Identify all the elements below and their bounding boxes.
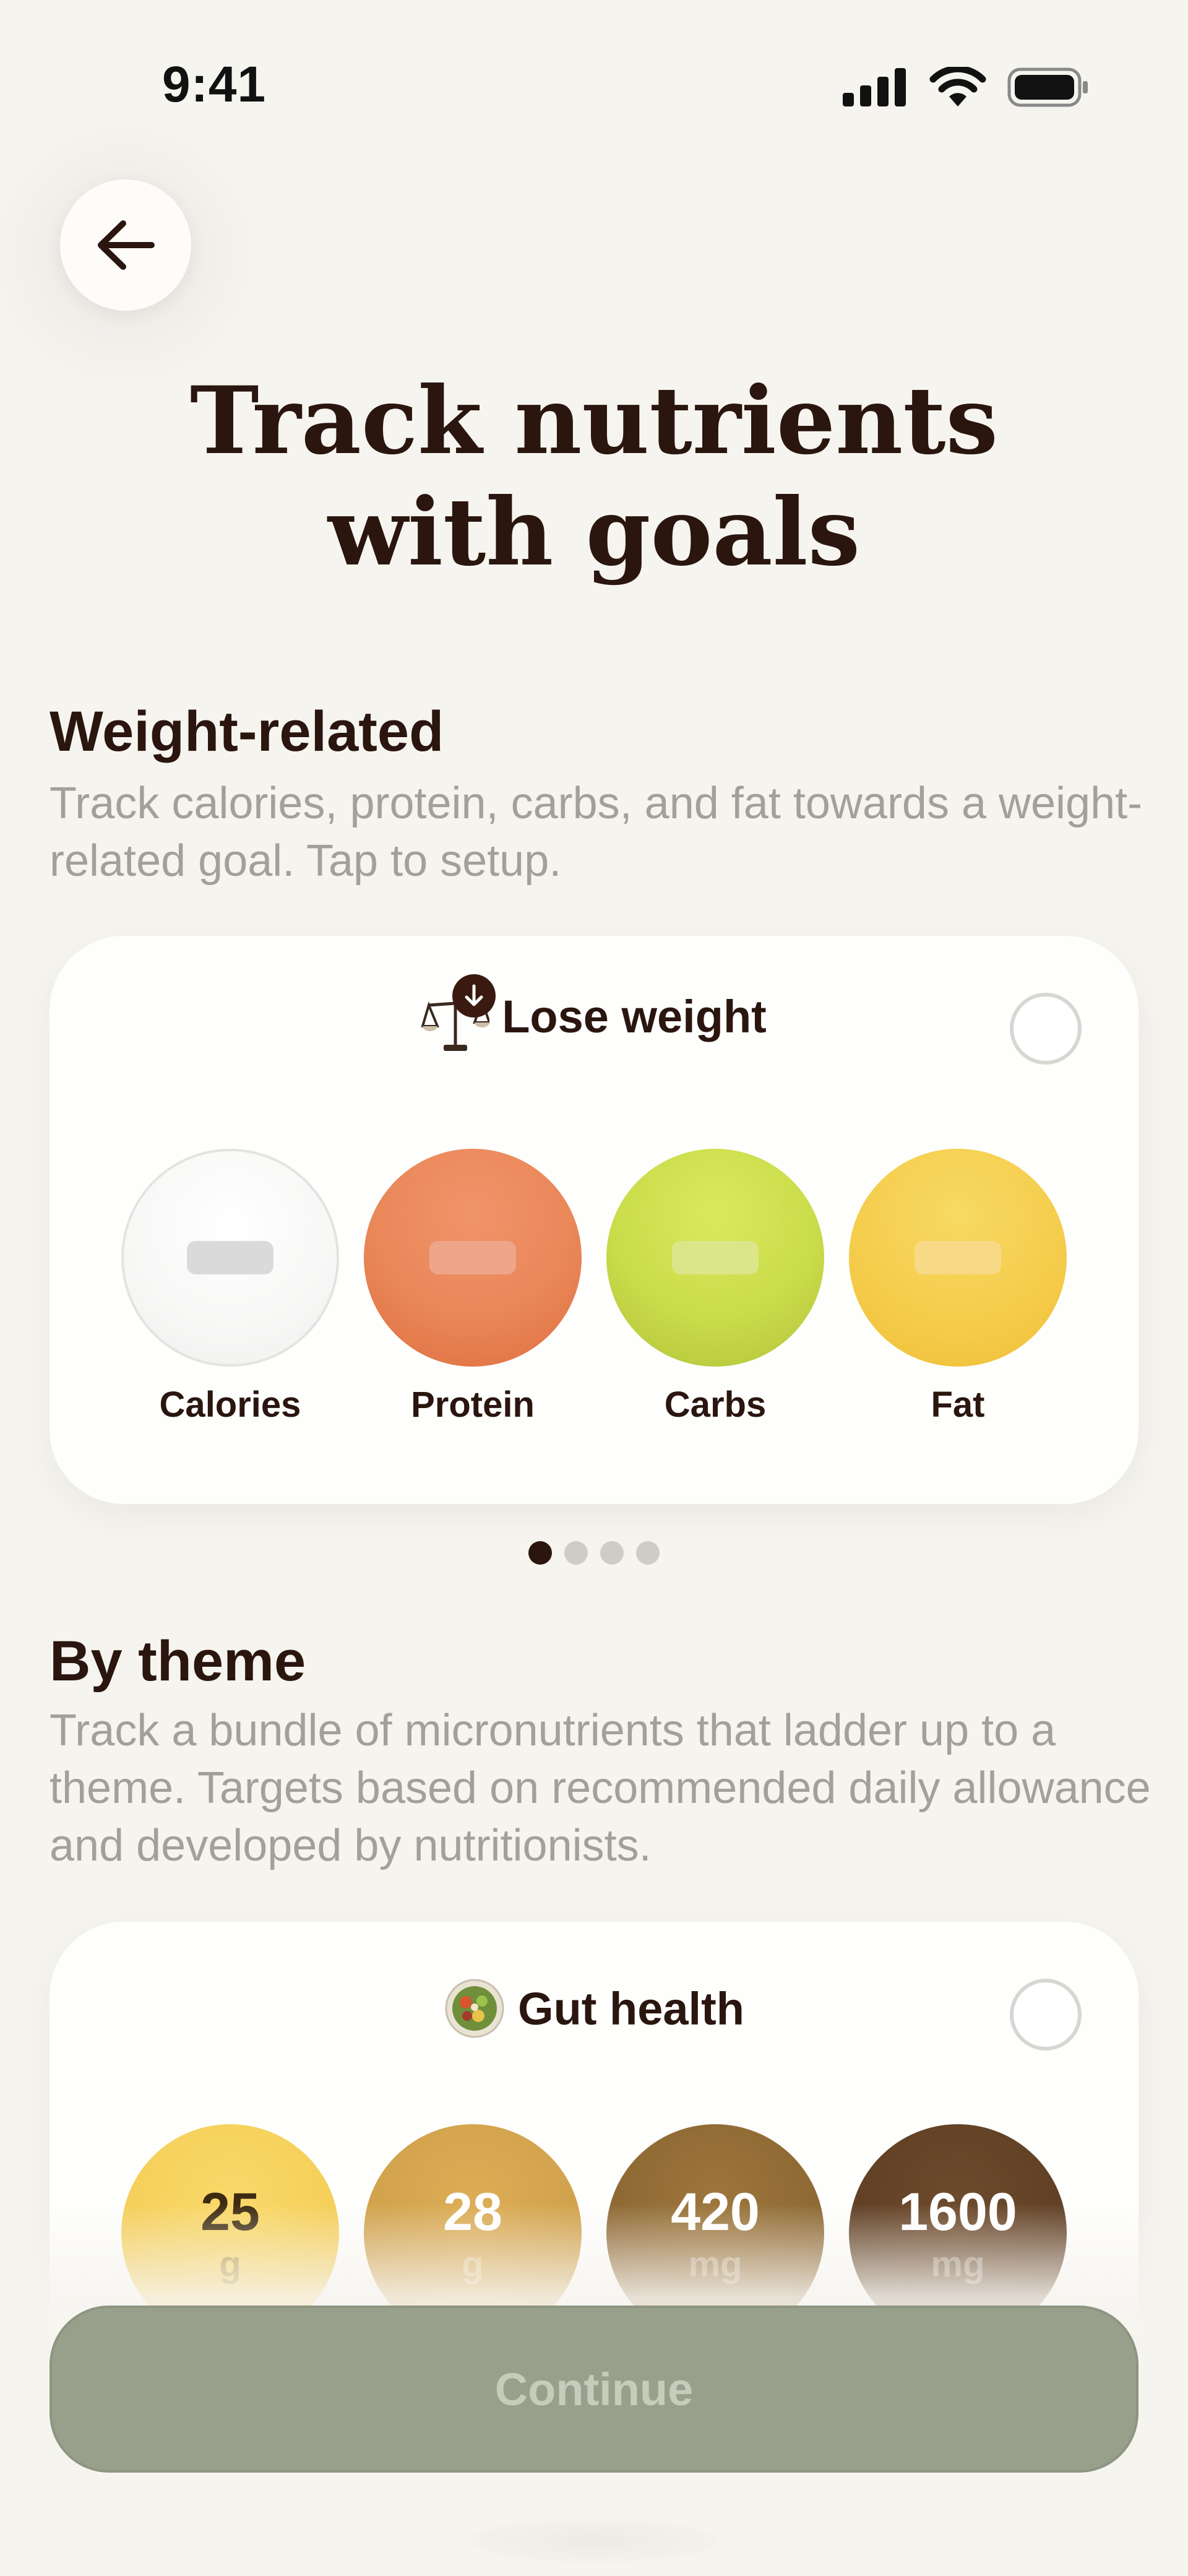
- section-heading-weight: Weight-related: [50, 700, 444, 763]
- page-indicator[interactable]: [0, 1541, 1188, 1565]
- goal-card-lose-weight[interactable]: Lose weight Calories Protein Carbs Fat: [50, 936, 1138, 1504]
- back-button[interactable]: [60, 179, 191, 311]
- page-dot-1[interactable]: [528, 1541, 552, 1565]
- card-title-row: Gut health: [50, 1977, 1138, 2039]
- placeholder-pill: [187, 1241, 273, 1274]
- page-dot-4[interactable]: [636, 1541, 660, 1565]
- nutrient-orb-protein: [364, 1149, 582, 1367]
- nutrient-label-calories: Calories: [159, 1385, 301, 1425]
- page-title-line-1: Track nutrients: [189, 366, 999, 475]
- radio-select-lose-weight[interactable]: [1010, 993, 1082, 1065]
- home-indicator: [470, 2519, 718, 2562]
- wifi-icon: [929, 67, 986, 106]
- salad-bowl-icon: [444, 1977, 506, 2039]
- card-title-row: Lose weight: [50, 974, 1138, 1053]
- radio-select-gut-health[interactable]: [1010, 1979, 1082, 2051]
- page-dot-2[interactable]: [564, 1541, 588, 1565]
- nutrient-orb-carbs: [606, 1149, 824, 1367]
- section-description-weight: Track calories, protein, carbs, and fat …: [50, 779, 1143, 886]
- placeholder-pill: [915, 1241, 1001, 1274]
- nutrient-orb-fat: [849, 1149, 1067, 1367]
- page-dot-3[interactable]: [600, 1541, 624, 1565]
- battery-icon: [1007, 67, 1088, 107]
- nutrient-label-carbs: Carbs: [664, 1385, 767, 1425]
- section-description-theme: Track a bundle of micronutrients that la…: [50, 1706, 1151, 1870]
- continue-button[interactable]: Continue: [50, 2306, 1138, 2473]
- page-title: Track nutrients with goals: [0, 365, 1188, 588]
- placeholder-pill: [429, 1241, 516, 1274]
- section-heading-theme: By theme: [50, 1630, 306, 1693]
- placeholder-pill: [672, 1241, 759, 1274]
- scale-icon: [421, 974, 496, 1053]
- nutrient-label-protein: Protein: [411, 1385, 535, 1425]
- nutrient-label-fat: Fat: [931, 1385, 985, 1425]
- down-arrow-badge-icon: [452, 974, 496, 1018]
- status-time: 9:41: [162, 56, 267, 113]
- status-icons: [843, 67, 1089, 108]
- page-title-line-2: with goals: [327, 478, 861, 587]
- card-title: Gut health: [518, 1982, 744, 2034]
- card-title: Lose weight: [502, 990, 767, 1042]
- cellular-signal-icon: [843, 68, 906, 106]
- arrow-left-icon: [98, 220, 155, 270]
- nutrient-orb-calories: [121, 1149, 339, 1367]
